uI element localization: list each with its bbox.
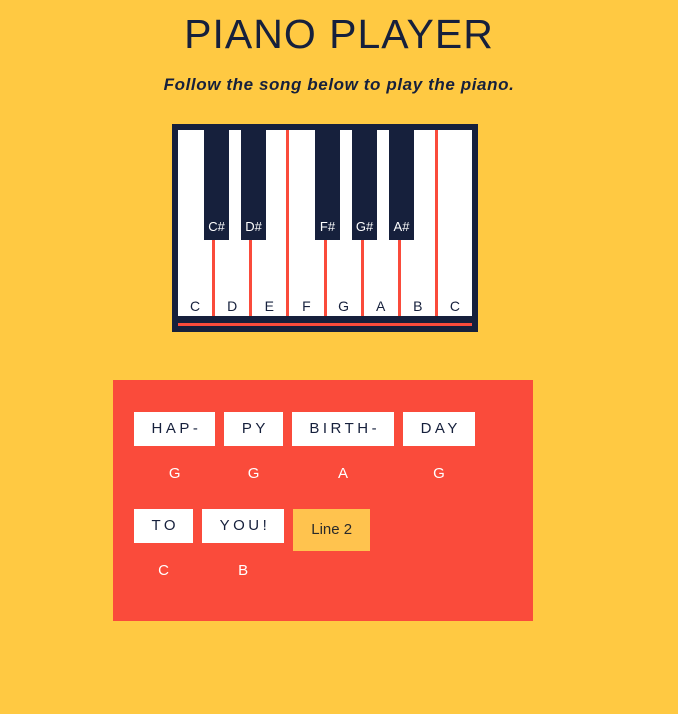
page-subtitle: Follow the song below to play the piano. xyxy=(163,75,515,95)
lyric-box[interactable]: YOU! xyxy=(202,509,285,543)
note-label: B xyxy=(238,562,249,579)
lyric-box[interactable]: BIRTH- xyxy=(291,412,395,446)
song-line-1: HAP- G PY G BIRTH- A DAY G xyxy=(134,412,484,482)
note-label: G xyxy=(433,465,445,482)
lyric-box[interactable]: DAY xyxy=(403,412,475,446)
note-label: A xyxy=(337,465,348,482)
song-unit: HAP- G xyxy=(134,412,216,482)
song-unit: YOU! B xyxy=(202,509,285,579)
lyric-box[interactable]: HAP- xyxy=(134,412,216,446)
next-line-button[interactable]: Line 2 xyxy=(293,509,371,551)
page-header: PIANO PLAYER Follow the song below to pl… xyxy=(0,0,678,95)
piano-base-accent-line xyxy=(178,323,472,326)
song-unit: BIRTH- A xyxy=(291,412,395,482)
lyric-box[interactable]: PY xyxy=(224,412,283,446)
piano-black-key-gsharp[interactable]: G# xyxy=(352,130,377,240)
song-unit: PY G xyxy=(224,412,283,482)
note-label: C xyxy=(158,562,169,579)
piano-black-key-asharp[interactable]: A# xyxy=(389,130,414,240)
piano-frame: CDEFGABC C# D# F# G# A# xyxy=(172,124,478,332)
lyric-box[interactable]: TO xyxy=(134,509,194,543)
note-label: G xyxy=(247,465,260,482)
piano-white-key-c-7[interactable]: C xyxy=(437,130,472,322)
piano-black-key-fsharp[interactable]: F# xyxy=(315,130,340,240)
page-title: PIANO PLAYER xyxy=(184,11,494,57)
song-unit: TO C xyxy=(134,509,194,579)
song-panel: HAP- G PY G BIRTH- A DAY G TO C YOU! B Line 2 xyxy=(113,380,533,621)
note-label: G xyxy=(168,465,181,482)
piano-black-key-csharp[interactable]: C# xyxy=(204,130,229,240)
song-unit: DAY G xyxy=(403,412,475,482)
piano-black-key-dsharp[interactable]: D# xyxy=(241,130,266,240)
piano-keyboard: CDEFGABC C# D# F# G# A# xyxy=(172,124,478,332)
song-line-2: TO C YOU! B Line 2 xyxy=(134,509,371,579)
